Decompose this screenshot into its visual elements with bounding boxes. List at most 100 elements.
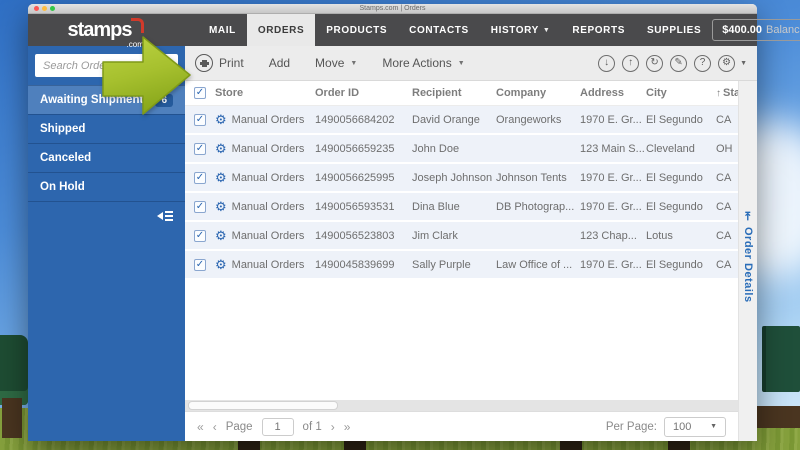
chevron-down-icon: ▼ xyxy=(710,423,717,430)
tab-contacts[interactable]: CONTACTS xyxy=(398,14,480,46)
row-checkbox[interactable] xyxy=(185,201,215,213)
edit-icon[interactable]: ✎ xyxy=(670,55,687,72)
nav-tabs: MAIL ORDERS PRODUCTS CONTACTS HISTORY▼ R… xyxy=(185,14,712,46)
print-button[interactable]: Print xyxy=(195,54,244,72)
manual-order-gear-icon[interactable]: ⚙ xyxy=(215,171,227,184)
window-titlebar[interactable]: Stamps.com | Orders xyxy=(28,4,757,14)
cell-state: CA xyxy=(716,172,738,184)
cell-recipient: Jim Clark xyxy=(412,230,496,242)
more-actions-label: More Actions xyxy=(382,56,451,70)
cell-city: El Segundo xyxy=(646,201,716,213)
cell-store: ⚙ Manual Orders xyxy=(215,258,315,271)
refresh-icon[interactable]: ↻ xyxy=(646,55,663,72)
balance-label: Balance xyxy=(766,24,800,36)
move-dropdown[interactable]: Move ▼ xyxy=(315,56,357,70)
cell-city: Cleveland xyxy=(646,143,716,155)
order-details-panel-collapsed: ⇤ Order Details xyxy=(738,81,757,441)
tab-supplies[interactable]: SUPPLIES xyxy=(636,14,712,46)
horizontal-scrollbar[interactable] xyxy=(185,400,738,411)
cell-address: 123 Chap... xyxy=(580,230,646,242)
table-row[interactable]: ⚙ Manual Orders 1490056523803 Jim Clark … xyxy=(185,222,738,251)
per-page-label: Per Page: xyxy=(606,421,657,433)
table-row[interactable]: ⚙ Manual Orders 1490056659235 John Doe 1… xyxy=(185,135,738,164)
manual-order-gear-icon[interactable]: ⚙ xyxy=(215,200,227,213)
manual-order-gear-icon[interactable]: ⚙ xyxy=(215,113,227,126)
sidebar-filter-item[interactable]: Canceled xyxy=(28,143,185,172)
per-page-select[interactable]: 100 ▼ xyxy=(664,417,726,437)
prev-page-button[interactable]: ‹ xyxy=(213,420,217,434)
cell-city: Lotus xyxy=(646,230,716,242)
green-callout-arrow xyxy=(100,34,195,122)
chevron-down-icon: ▼ xyxy=(458,60,465,67)
sidebar-filter-item[interactable]: On Hold xyxy=(28,172,185,201)
table-row[interactable]: ⚙ Manual Orders 1490045839699 Sally Purp… xyxy=(185,251,738,280)
desktop-background: Stamps.com | Orders stamps .com· MAIL OR… xyxy=(0,0,800,450)
page-number-input[interactable] xyxy=(262,418,294,436)
order-details-tab[interactable]: ⇤ Order Details xyxy=(742,209,754,303)
row-checkbox[interactable] xyxy=(185,172,215,184)
col-header-state[interactable]: ↑Sta xyxy=(716,87,738,99)
cell-state: CA xyxy=(716,114,738,126)
manual-order-gear-icon[interactable]: ⚙ xyxy=(215,258,227,271)
col-header-recipient[interactable]: Recipient xyxy=(412,87,496,99)
cell-address: 1970 E. Gr... xyxy=(580,201,646,213)
last-page-button[interactable]: » xyxy=(344,420,351,434)
scrollbar-thumb[interactable] xyxy=(188,401,338,410)
green-bin-decor xyxy=(762,326,800,392)
toolbar-icon-group: ↓ ↑ ↻ ✎ ? ⚙ ▼ xyxy=(598,55,747,72)
row-checkbox[interactable] xyxy=(185,143,215,155)
store-label: Manual Orders xyxy=(232,230,305,242)
order-details-label: Order Details xyxy=(742,227,754,303)
checkbox-icon xyxy=(194,114,206,126)
collapse-sidebar-icon[interactable] xyxy=(157,211,173,221)
table-row[interactable]: ⚙ Manual Orders 1490056593531 Dina Blue … xyxy=(185,193,738,222)
settings-icon[interactable]: ⚙ xyxy=(718,55,735,72)
col-header-store[interactable]: Store xyxy=(215,87,315,99)
logo-bracket-decor xyxy=(131,18,144,33)
col-header-city[interactable]: City xyxy=(646,87,716,99)
cell-state: OH xyxy=(716,143,738,155)
sort-ascending-icon: ↑ xyxy=(716,88,721,99)
cell-company: Law Office of ... xyxy=(496,259,580,271)
col-header-company[interactable]: Company xyxy=(496,87,580,99)
cell-city: El Segundo xyxy=(646,172,716,184)
cell-order-id: 1490056523803 xyxy=(315,230,412,242)
col-header-order-id[interactable]: Order ID xyxy=(315,87,412,99)
tab-products[interactable]: PRODUCTS xyxy=(315,14,398,46)
cell-order-id: 1490056659235 xyxy=(315,143,412,155)
col-header-address[interactable]: Address xyxy=(580,87,646,99)
tab-orders[interactable]: ORDERS xyxy=(247,14,315,46)
download-icon[interactable]: ↓ xyxy=(598,55,615,72)
sidebar-item-label: On Hold xyxy=(40,181,85,193)
tab-history[interactable]: HISTORY▼ xyxy=(480,14,562,46)
table-empty-area xyxy=(185,280,738,400)
window-title: Stamps.com | Orders xyxy=(28,4,757,14)
upload-icon[interactable]: ↑ xyxy=(622,55,639,72)
cell-city: El Segundo xyxy=(646,259,716,271)
manual-order-gear-icon[interactable]: ⚙ xyxy=(215,142,227,155)
cell-address: 1970 E. Gr... xyxy=(580,259,646,271)
page-of-label: of 1 xyxy=(303,421,322,433)
balance-amount: $400.00 xyxy=(722,24,762,36)
balance-dropdown[interactable]: $400.00 Balance ▼ xyxy=(712,19,800,41)
cell-order-id: 1490056625995 xyxy=(315,172,412,184)
cell-store: ⚙ Manual Orders xyxy=(215,229,315,242)
add-button[interactable]: Add xyxy=(269,56,290,70)
more-actions-dropdown[interactable]: More Actions ▼ xyxy=(382,56,464,70)
chevron-down-icon[interactable]: ▼ xyxy=(740,60,747,67)
orders-toolbar: Print Add Move ▼ More Actions ▼ ↓ xyxy=(185,46,757,81)
table-row[interactable]: ⚙ Manual Orders 1490056684202 David Oran… xyxy=(185,106,738,135)
table-row[interactable]: ⚙ Manual Orders 1490056625995 Joseph Joh… xyxy=(185,164,738,193)
cell-recipient: Sally Purple xyxy=(412,259,496,271)
row-checkbox[interactable] xyxy=(185,259,215,271)
manual-order-gear-icon[interactable]: ⚙ xyxy=(215,229,227,242)
next-page-button[interactable]: › xyxy=(331,420,335,434)
tab-reports[interactable]: REPORTS xyxy=(561,14,636,46)
mailbox-decor xyxy=(0,335,28,405)
first-page-button[interactable]: « xyxy=(197,420,204,434)
cell-recipient: Joseph Johnson xyxy=(412,172,496,184)
tab-mail[interactable]: MAIL xyxy=(198,14,247,46)
checkbox-icon xyxy=(194,87,206,99)
help-icon[interactable]: ? xyxy=(694,55,711,72)
row-checkbox[interactable] xyxy=(185,230,215,242)
